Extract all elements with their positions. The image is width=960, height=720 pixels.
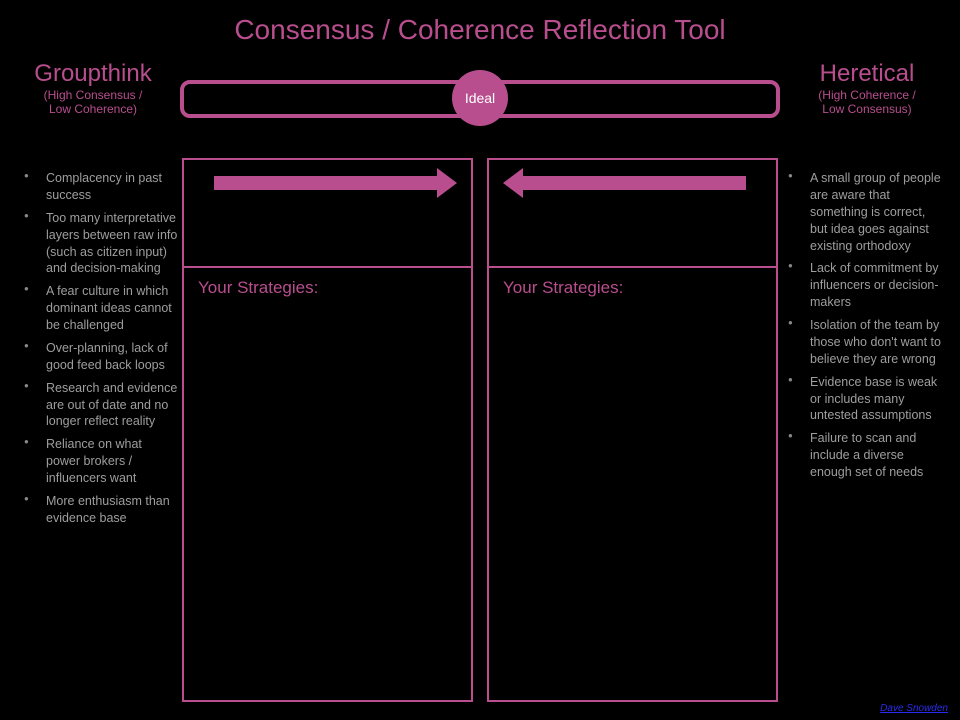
- list-item: Reliance on what power brokers / influen…: [18, 436, 178, 487]
- list-item: Lack of commitment by influencers or dec…: [782, 260, 942, 311]
- left-panel: Your Strategies:: [182, 158, 473, 702]
- center-panels: Your Strategies: Your Strategies:: [182, 158, 778, 702]
- corner-left-sub2: Low Coherence): [8, 102, 178, 116]
- ideal-circle: Ideal: [452, 70, 508, 126]
- left-panel-body: Your Strategies:: [184, 268, 471, 700]
- left-arrow-zone: [184, 160, 471, 268]
- list-item: Research and evidence are out of date an…: [18, 380, 178, 431]
- left-strategies-label: Your Strategies:: [198, 278, 457, 298]
- list-item: Isolation of the team by those who don't…: [782, 317, 942, 368]
- corner-left: Groupthink (High Consensus / Low Coheren…: [8, 60, 178, 117]
- right-panel-body: Your Strategies:: [489, 268, 776, 700]
- list-item: More enthusiasm than evidence base: [18, 493, 178, 527]
- list-item: Over-planning, lack of good feed back lo…: [18, 340, 178, 374]
- groupthink-list: Complacency in past success Too many int…: [18, 170, 178, 533]
- right-strategies-label: Your Strategies:: [503, 278, 762, 298]
- list-item: A fear culture in which dominant ideas c…: [18, 283, 178, 334]
- corner-left-title: Groupthink: [8, 60, 178, 88]
- list-item: Too many interpretative layers between r…: [18, 210, 178, 278]
- list-item: A small group of people are aware that s…: [782, 170, 942, 254]
- list-item: Evidence base is weak or includes many u…: [782, 374, 942, 425]
- credit-link[interactable]: Dave Snowden: [880, 703, 948, 714]
- arrow-right-icon: [214, 176, 441, 190]
- corner-right-sub2: Low Consensus): [782, 102, 952, 116]
- corner-right-title: Heretical: [782, 60, 952, 88]
- ideal-label: Ideal: [465, 90, 495, 106]
- corner-left-sub1: (High Consensus /: [8, 88, 178, 102]
- list-item: Complacency in past success: [18, 170, 178, 204]
- arrow-left-icon: [519, 176, 746, 190]
- corner-right: Heretical (High Coherence / Low Consensu…: [782, 60, 952, 117]
- right-arrow-zone: [489, 160, 776, 268]
- heretical-list: A small group of people are aware that s…: [782, 170, 942, 487]
- list-item: Failure to scan and include a diverse en…: [782, 430, 942, 481]
- ideal-bar: Ideal: [180, 72, 780, 122]
- right-panel: Your Strategies:: [487, 158, 778, 702]
- corner-right-sub1: (High Coherence /: [782, 88, 952, 102]
- page-title: Consensus / Coherence Reflection Tool: [0, 0, 960, 52]
